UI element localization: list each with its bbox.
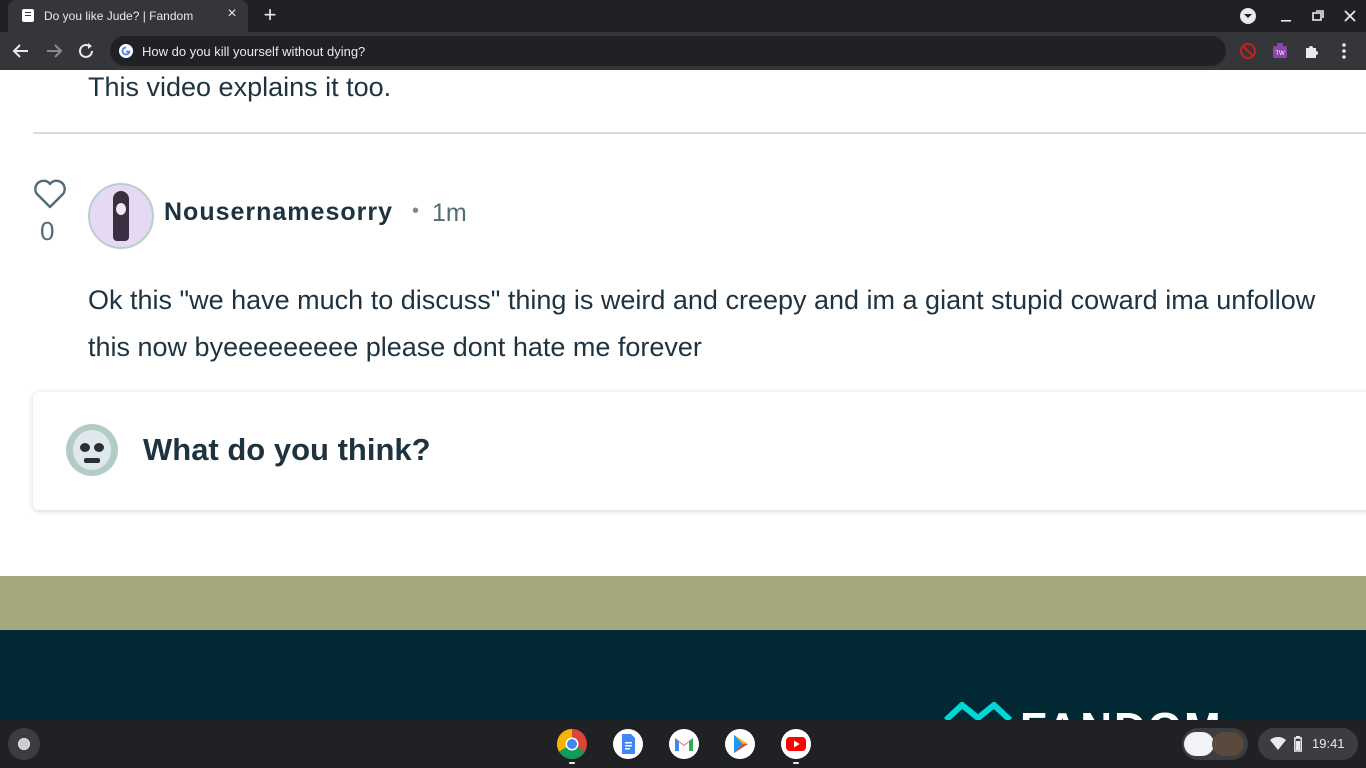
- extension-red-icon[interactable]: [1238, 41, 1258, 61]
- os-shelf: 19:41: [0, 720, 1366, 768]
- battery-icon: [1294, 736, 1302, 752]
- avatar-eye: [80, 443, 90, 452]
- address-bar[interactable]: How do you kill yourself without dying?: [110, 36, 1226, 66]
- reply-box[interactable]: What do you think?: [33, 392, 1366, 510]
- restore-icon[interactable]: [1308, 6, 1328, 26]
- comment-username[interactable]: Nousernamesorry: [164, 198, 393, 227]
- running-indicator: [793, 762, 799, 764]
- comment-divider: [33, 132, 1366, 134]
- avatar-head: [73, 430, 111, 470]
- like-count: 0: [40, 216, 55, 246]
- holding-space-thumbnails[interactable]: [1182, 728, 1248, 760]
- thumbnail-image: [1184, 732, 1214, 756]
- new-tab-plus-icon[interactable]: +: [260, 4, 280, 28]
- extension-purple-icon[interactable]: TW: [1270, 41, 1290, 61]
- fandom-footer: FANDOM: [0, 630, 1366, 720]
- current-user-avatar: [66, 424, 118, 476]
- launcher-icon[interactable]: [8, 728, 40, 760]
- close-window-icon[interactable]: [1340, 6, 1360, 26]
- forward-arrow-icon[interactable]: [43, 40, 65, 62]
- meta-separator: •: [412, 200, 420, 222]
- google-g-icon: [118, 43, 134, 59]
- gmail-icon[interactable]: [668, 728, 700, 760]
- browser-tab-strip: Do you like Jude? | Fandom × +: [0, 0, 1366, 32]
- tab-close-icon[interactable]: ×: [224, 6, 240, 22]
- heart-like-icon[interactable]: [33, 178, 67, 210]
- address-bar-text: How do you kill yourself without dying?: [142, 44, 366, 59]
- reply-placeholder[interactable]: What do you think?: [143, 432, 431, 468]
- kebab-menu-icon[interactable]: [1334, 41, 1354, 61]
- avatar-eye: [94, 443, 104, 452]
- svg-text:TW: TW: [1275, 51, 1285, 57]
- tab-search-icon[interactable]: [1238, 6, 1258, 26]
- thumbnail-image: [1212, 732, 1244, 756]
- fandom-favicon-icon: [22, 9, 34, 22]
- browser-tab-active[interactable]: Do you like Jude? | Fandom ×: [8, 0, 248, 32]
- avatar-face: [116, 203, 126, 215]
- docs-icon[interactable]: [612, 728, 644, 760]
- status-area[interactable]: 19:41: [1258, 728, 1358, 760]
- running-indicator: [569, 762, 575, 764]
- extensions-puzzle-icon[interactable]: [1302, 41, 1322, 61]
- user-avatar[interactable]: [88, 183, 154, 249]
- minimize-icon[interactable]: [1276, 6, 1296, 26]
- page-content: This video explains it too. 0 Nousername…: [0, 70, 1366, 720]
- footer-accent-band: [0, 576, 1366, 630]
- avatar-figure: [113, 191, 129, 241]
- browser-toolbar: How do you kill yourself without dying? …: [0, 32, 1366, 70]
- comment-body: Ok this "we have much to discuss" thing …: [88, 285, 1316, 362]
- fandom-logo[interactable]: FANDOM: [944, 702, 1244, 720]
- previous-comment-text: This video explains it too.: [88, 72, 392, 102]
- avatar-mouth: [84, 458, 100, 463]
- fandom-wordmark: FANDOM: [1020, 704, 1223, 720]
- clock: 19:41: [1312, 736, 1345, 751]
- youtube-icon[interactable]: [780, 728, 812, 764]
- chrome-icon[interactable]: [556, 728, 588, 764]
- back-arrow-icon[interactable]: [10, 40, 32, 62]
- play-store-icon[interactable]: [724, 728, 756, 760]
- tab-title: Do you like Jude? | Fandom: [44, 9, 194, 23]
- reload-icon[interactable]: [75, 40, 97, 62]
- wifi-icon: [1270, 737, 1286, 750]
- comment-timestamp: 1m: [432, 199, 467, 227]
